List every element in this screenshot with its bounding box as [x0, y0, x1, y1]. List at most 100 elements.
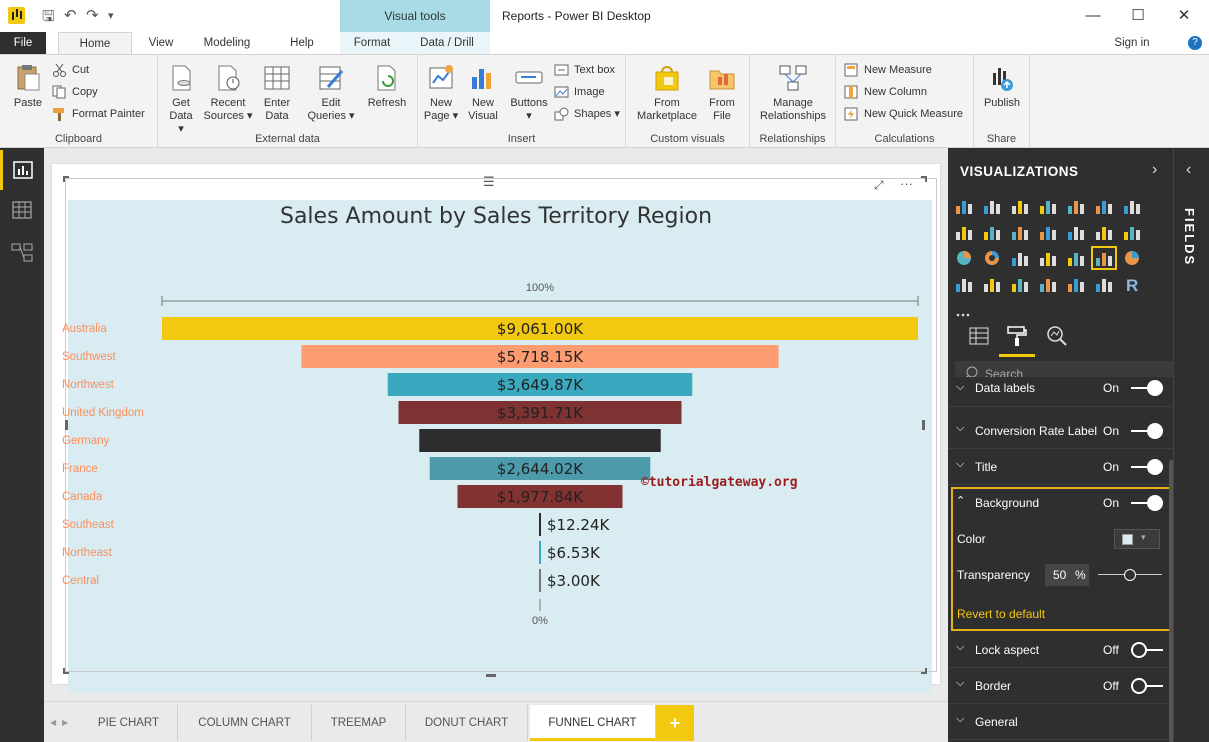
- viz-line-icon[interactable]: [1122, 197, 1142, 215]
- undo-icon[interactable]: ↶: [64, 6, 77, 24]
- viz-line-clustered-icon[interactable]: [1038, 223, 1058, 241]
- data-labels-toggle[interactable]: [1131, 380, 1163, 396]
- viz-ribbon-icon[interactable]: [1066, 223, 1086, 241]
- funnel-bar[interactable]: [539, 513, 541, 536]
- maximize-button[interactable]: ☐: [1120, 4, 1156, 28]
- funnel-bar[interactable]: [539, 541, 541, 564]
- copy-button[interactable]: Copy: [52, 83, 98, 101]
- tab-home[interactable]: Home: [58, 32, 132, 54]
- fields-well-tab[interactable]: [967, 324, 991, 348]
- tab-data-drill[interactable]: Data / Drill: [414, 32, 480, 54]
- collapse-pane-chevron-icon[interactable]: ›: [1152, 161, 1157, 179]
- section-conversion-rate-label[interactable]: ⌵ Conversion Rate Label On: [948, 413, 1173, 449]
- conversion-rate-toggle[interactable]: [1131, 423, 1163, 439]
- viz-pie-icon[interactable]: [954, 249, 974, 267]
- viz-donut-icon[interactable]: [982, 249, 1002, 267]
- new-quick-measure-button[interactable]: New Quick Measure: [844, 105, 963, 123]
- section-title[interactable]: ⌵ Title On: [948, 449, 1173, 485]
- viz-area-icon[interactable]: [954, 223, 974, 241]
- viz-waterfall-icon[interactable]: [1094, 223, 1114, 241]
- expand-fields-chevron-icon[interactable]: ‹: [1186, 161, 1191, 179]
- section-data-labels[interactable]: ⌵ Data labels On: [948, 377, 1173, 407]
- viz-line-column-icon[interactable]: [1010, 223, 1030, 241]
- new-measure-button[interactable]: New Measure: [844, 61, 932, 79]
- viz-table-icon[interactable]: [1066, 275, 1086, 293]
- page-tab-pie-chart[interactable]: PIE CHART: [80, 705, 178, 741]
- viz-stacked-column-icon[interactable]: [982, 197, 1002, 215]
- title-toggle[interactable]: [1131, 459, 1163, 475]
- format-tab[interactable]: [999, 324, 1035, 357]
- customize-toolbar-icon[interactable]: ▾: [108, 9, 114, 22]
- model-view-button[interactable]: [0, 232, 44, 272]
- viz-scatter-icon[interactable]: [1122, 223, 1142, 241]
- tab-help[interactable]: Help: [282, 32, 322, 54]
- format-painter-button[interactable]: Format Painter: [52, 105, 145, 123]
- new-column-button[interactable]: New Column: [844, 83, 927, 101]
- border-toggle[interactable]: [1131, 678, 1163, 694]
- viz-clustered-bar-icon[interactable]: [1010, 197, 1030, 215]
- viz-r-visual-icon[interactable]: R: [1122, 275, 1142, 295]
- funnel-bar[interactable]: [419, 429, 661, 452]
- get-data-button[interactable]: Get Data ▾: [166, 63, 196, 136]
- viz-clustered-column-icon[interactable]: [1038, 197, 1058, 215]
- refresh-button[interactable]: Refresh: [364, 63, 410, 110]
- buttons-button[interactable]: Buttons ▾: [506, 63, 552, 123]
- viz-filled-map-icon[interactable]: [1066, 249, 1086, 267]
- viz-funnel-icon[interactable]: [1091, 246, 1117, 270]
- new-page-button[interactable]: New Page ▾: [422, 63, 460, 123]
- tab-format[interactable]: Format: [348, 32, 396, 54]
- viz-gauge-icon[interactable]: [1122, 249, 1142, 267]
- publish-button[interactable]: Publish: [980, 63, 1024, 110]
- viz-map-icon[interactable]: [1038, 249, 1058, 267]
- redo-icon[interactable]: ↷: [86, 6, 99, 24]
- fields-pane-collapsed[interactable]: ‹ FIELDS: [1173, 148, 1209, 742]
- viz-treemap-icon[interactable]: [1010, 249, 1030, 267]
- manage-relationships-button[interactable]: Manage Relationships: [756, 63, 830, 123]
- recent-sources-button[interactable]: Recent Sources ▾: [202, 63, 254, 123]
- enter-data-button[interactable]: Enter Data: [258, 63, 296, 123]
- viz-more-icon[interactable]: [954, 301, 974, 319]
- viz-slicer-icon[interactable]: [1038, 275, 1058, 293]
- tab-modeling[interactable]: Modeling: [196, 32, 258, 54]
- viz-multi-row-card-icon[interactable]: [982, 275, 1002, 293]
- paste-button[interactable]: Paste: [8, 63, 48, 110]
- lock-aspect-toggle[interactable]: [1131, 642, 1163, 658]
- help-icon[interactable]: ?: [1188, 36, 1202, 50]
- tab-file[interactable]: File: [0, 32, 46, 54]
- page-tab-treemap[interactable]: TREEMAP: [312, 705, 406, 741]
- viz-stacked-bar-icon[interactable]: [954, 197, 974, 215]
- data-view-button[interactable]: [0, 190, 44, 230]
- shapes-button[interactable]: Shapes ▾: [554, 105, 620, 123]
- page-tab-funnel-chart[interactable]: FUNNEL CHART: [530, 705, 656, 741]
- page-tab-column-chart[interactable]: COLUMN CHART: [178, 705, 312, 741]
- from-file-button[interactable]: From File: [704, 63, 740, 123]
- cut-button[interactable]: Cut: [52, 61, 89, 79]
- report-view-button[interactable]: [0, 150, 44, 190]
- viz-100-bar-icon[interactable]: [1066, 197, 1086, 215]
- save-icon[interactable]: 🖫: [42, 6, 55, 31]
- section-general[interactable]: ⌵ General: [948, 704, 1173, 740]
- close-button[interactable]: ✕: [1166, 4, 1202, 28]
- viz-card-icon[interactable]: [954, 275, 974, 293]
- page-tab-donut-chart[interactable]: DONUT CHART: [406, 705, 528, 741]
- section-border[interactable]: ⌵ Border Off: [948, 668, 1173, 704]
- analytics-tab[interactable]: [1045, 324, 1069, 348]
- viz-matrix-icon[interactable]: [1094, 275, 1114, 293]
- new-visual-button[interactable]: New Visual: [464, 63, 502, 123]
- section-lock-aspect[interactable]: ⌵ Lock aspect Off: [948, 632, 1173, 668]
- add-page-button[interactable]: +: [656, 705, 694, 741]
- prev-page-arrow-icon[interactable]: ◀: [50, 718, 56, 727]
- next-page-arrow-icon[interactable]: ▶: [62, 718, 68, 727]
- viz-kpi-icon[interactable]: [1010, 275, 1030, 293]
- edit-queries-button[interactable]: Edit Queries ▾: [304, 63, 358, 123]
- minimize-button[interactable]: —: [1075, 4, 1111, 28]
- viz-stacked-area-icon[interactable]: [982, 223, 1002, 241]
- viz-100-column-icon[interactable]: [1094, 197, 1114, 215]
- funnel-bar[interactable]: [539, 569, 541, 592]
- image-button[interactable]: Image: [554, 83, 605, 101]
- sign-in-link[interactable]: Sign in: [1108, 32, 1156, 54]
- from-marketplace-button[interactable]: From Marketplace: [634, 63, 700, 123]
- text-box-button[interactable]: Text box: [554, 61, 615, 79]
- tab-view[interactable]: View: [140, 32, 182, 54]
- new-visual-label-1: New: [471, 97, 494, 109]
